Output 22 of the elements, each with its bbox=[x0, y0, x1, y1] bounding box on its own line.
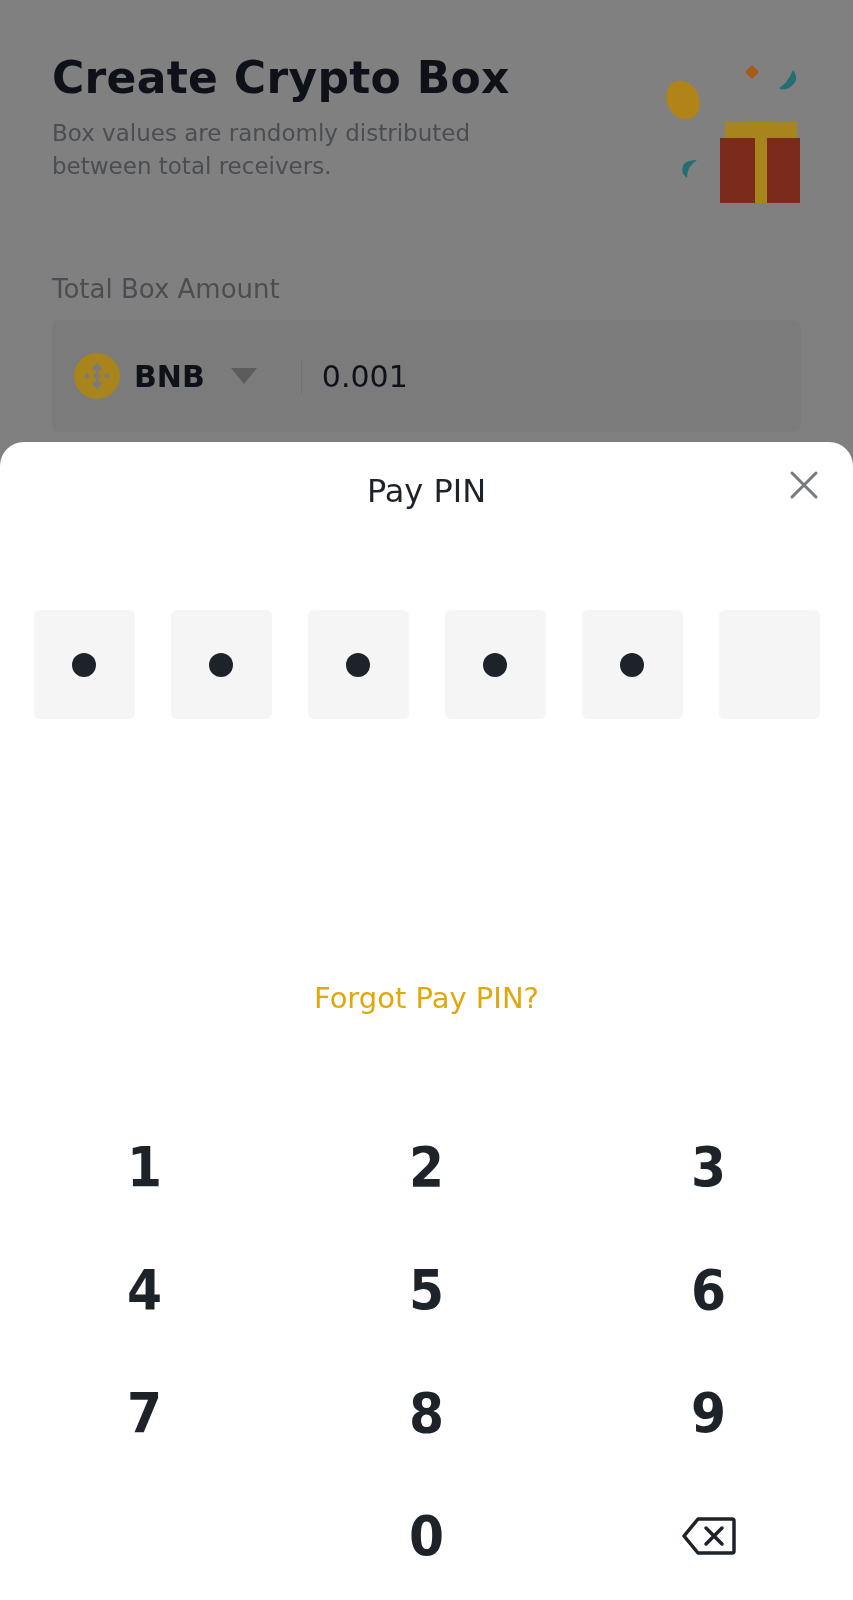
pin-dot bbox=[346, 652, 370, 677]
coin-icon bbox=[74, 353, 120, 399]
sheet-title: Pay PIN bbox=[366, 472, 487, 510]
keypad-key[interactable]: 4 bbox=[3, 1228, 286, 1351]
backspace-icon bbox=[681, 1516, 736, 1555]
amount-field[interactable]: BNB 0.001 bbox=[52, 320, 801, 432]
keypad-key[interactable]: 5 bbox=[285, 1228, 568, 1351]
pin-dot bbox=[72, 652, 96, 677]
keypad-key[interactable]: 6 bbox=[567, 1228, 850, 1351]
keypad-key[interactable]: 9 bbox=[567, 1351, 850, 1474]
keypad-key[interactable]: 3 bbox=[567, 1105, 850, 1228]
keypad-key[interactable]: 7 bbox=[3, 1351, 286, 1474]
keypad-key[interactable]: 0 bbox=[285, 1474, 568, 1597]
amount-value: 0.001 bbox=[300, 358, 408, 394]
keypad-key[interactable]: 1 bbox=[3, 1105, 286, 1228]
coin-name: BNB bbox=[134, 358, 205, 394]
pin-dot bbox=[483, 652, 507, 677]
keypad-key[interactable]: 2 bbox=[285, 1105, 568, 1228]
pin-dot bbox=[209, 652, 233, 677]
keypad-key[interactable]: 8 bbox=[285, 1351, 568, 1474]
pin-dot bbox=[620, 652, 644, 677]
page-title: Create Crypto Box bbox=[52, 52, 511, 103]
